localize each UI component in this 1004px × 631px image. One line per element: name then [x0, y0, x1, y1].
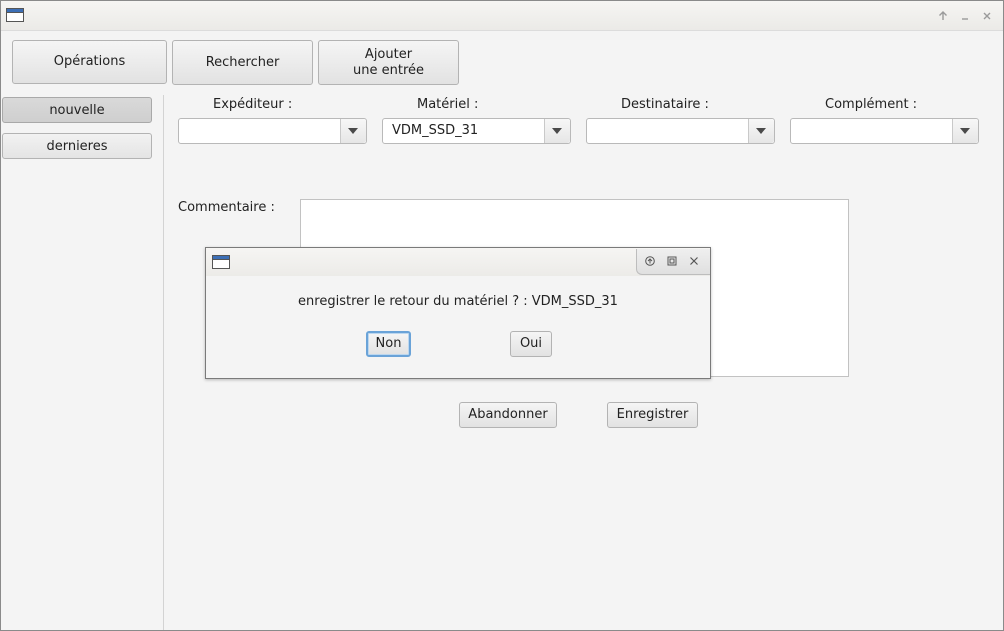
- sidebar-item-label: dernieres: [46, 138, 108, 154]
- operations-button[interactable]: Opérations: [12, 40, 167, 84]
- abandon-button-label: Abandonner: [468, 407, 548, 422]
- yes-button-label: Oui: [519, 336, 543, 351]
- dialog-window-controls: [636, 249, 710, 275]
- minimize-icon[interactable]: [956, 7, 974, 25]
- dialog-window-icon: [212, 255, 230, 269]
- close-icon[interactable]: [689, 255, 699, 270]
- operations-button-label: Opérations: [53, 54, 126, 69]
- material-combo-value: VDM_SSD_31: [392, 123, 479, 138]
- recipient-label: Destinataire :: [621, 97, 709, 112]
- main-titlebar[interactable]: [1, 1, 1003, 31]
- search-button-label: Rechercher: [205, 54, 280, 70]
- save-button-label: Enregistrer: [616, 407, 689, 422]
- sidebar-item-label: nouvelle: [49, 102, 105, 118]
- sender-label: Expéditeur :: [213, 97, 293, 112]
- confirm-dialog: enregistrer le retour du matériel ? : VD…: [205, 247, 711, 379]
- no-button-label: Non: [375, 336, 402, 351]
- material-combo[interactable]: VDM_SSD_31: [382, 118, 571, 144]
- chevron-down-icon[interactable]: [340, 119, 366, 143]
- chevron-down-icon[interactable]: [952, 119, 978, 143]
- dialog-message: enregistrer le retour du matériel ? : VD…: [298, 294, 618, 309]
- comment-label: Commentaire :: [178, 200, 275, 215]
- abandon-button[interactable]: Abandonner: [459, 402, 557, 428]
- save-button[interactable]: Enregistrer: [607, 402, 698, 428]
- recipient-combo[interactable]: [586, 118, 775, 144]
- yes-button[interactable]: Oui: [510, 331, 552, 357]
- search-button[interactable]: Rechercher: [172, 40, 313, 85]
- sidebar-item-dernieres[interactable]: dernieres: [2, 133, 152, 159]
- arrow-up-icon[interactable]: [645, 255, 655, 270]
- complement-combo[interactable]: [790, 118, 979, 144]
- close-icon[interactable]: [978, 7, 996, 25]
- chevron-down-icon[interactable]: [748, 119, 774, 143]
- sidebar-item-nouvelle[interactable]: nouvelle: [2, 97, 152, 123]
- add-entry-label-line1: Ajouter: [364, 46, 413, 62]
- add-entry-label-line2: une entrée: [353, 62, 424, 78]
- maximize-icon[interactable]: [667, 255, 677, 270]
- no-button[interactable]: Non: [366, 331, 411, 357]
- complement-label: Complément :: [825, 97, 918, 112]
- app-window-icon: [6, 8, 24, 22]
- sidebar-divider: [163, 95, 164, 630]
- chevron-down-icon[interactable]: [544, 119, 570, 143]
- arrow-up-icon[interactable]: [934, 7, 952, 25]
- material-label: Matériel :: [417, 97, 479, 112]
- add-entry-button[interactable]: Ajouter une entrée: [318, 40, 459, 85]
- dialog-titlebar[interactable]: [206, 248, 710, 276]
- sender-combo[interactable]: [178, 118, 367, 144]
